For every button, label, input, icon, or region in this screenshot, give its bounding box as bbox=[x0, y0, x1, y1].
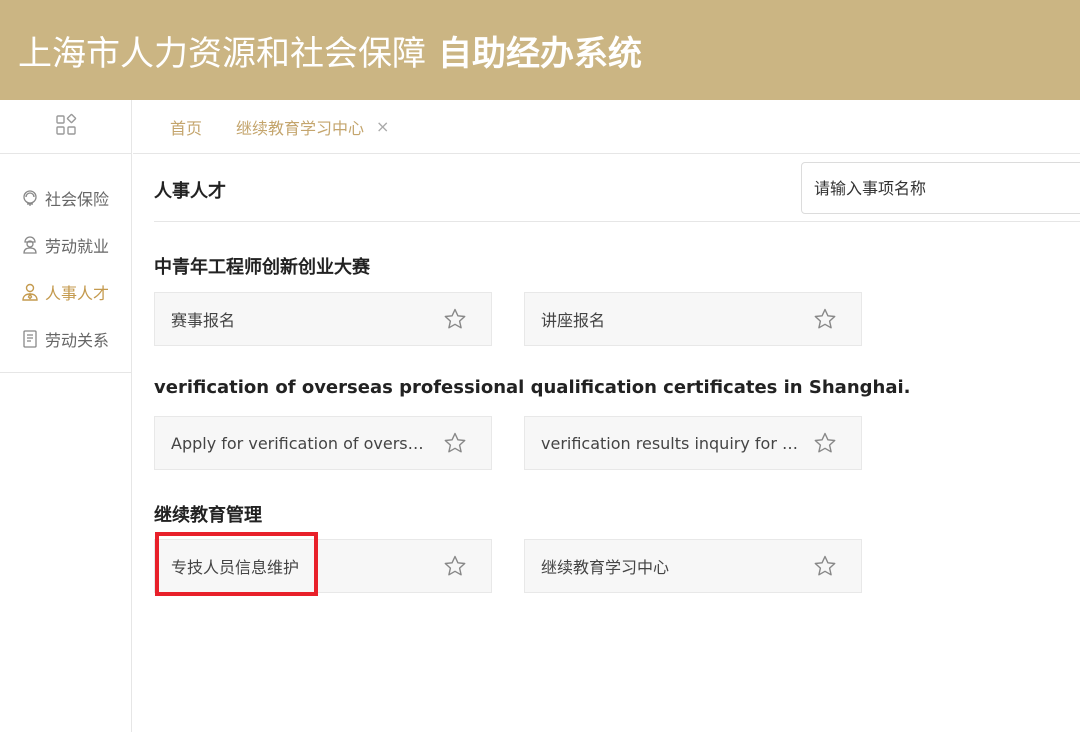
tab-bar: 首页 继续教育学习中心 × bbox=[133, 100, 1080, 154]
star-icon[interactable] bbox=[443, 554, 467, 578]
worker-icon bbox=[20, 235, 40, 255]
app-subtitle: 自助经办系统 bbox=[438, 33, 642, 74]
service-card-lecture-registration[interactable]: 讲座报名 bbox=[524, 292, 862, 346]
service-card-event-registration[interactable]: 赛事报名 bbox=[154, 292, 492, 346]
sidebar-item-personnel[interactable]: 人事人才 bbox=[0, 268, 131, 315]
star-icon[interactable] bbox=[813, 307, 837, 331]
card-label: Apply for verification of overse... bbox=[171, 433, 431, 453]
card-label: 继续教育学习中心 bbox=[541, 558, 670, 577]
sidebar-item-label: 劳动就业 bbox=[45, 236, 110, 256]
tab-label: 首页 bbox=[170, 118, 203, 138]
close-icon[interactable]: × bbox=[376, 117, 389, 136]
section-title: 中青年工程师创新创业大赛 bbox=[154, 257, 370, 278]
tab-label: 继续教育学习中心 bbox=[236, 118, 365, 138]
star-icon[interactable] bbox=[443, 431, 467, 455]
sidebar-item-social-insurance[interactable]: 社会保险 bbox=[0, 174, 131, 221]
star-icon[interactable] bbox=[813, 431, 837, 455]
grid-apps-icon[interactable] bbox=[54, 113, 78, 141]
star-icon[interactable] bbox=[443, 307, 467, 331]
search-input[interactable] bbox=[801, 162, 1080, 214]
sidebar-item-label: 社会保险 bbox=[45, 189, 110, 209]
person-icon bbox=[20, 282, 40, 302]
sidebar-item-employment[interactable]: 劳动就业 bbox=[0, 221, 131, 268]
tab-continuing-education[interactable]: 继续教育学习中心 × bbox=[236, 115, 389, 139]
service-card-apply-verification[interactable]: Apply for verification of overse... bbox=[154, 416, 492, 470]
section-title: verification of overseas professional qu… bbox=[154, 377, 911, 398]
section-title: 继续教育管理 bbox=[154, 505, 262, 526]
sidebar-item-label: 人事人才 bbox=[45, 283, 110, 303]
app-title: 上海市人力资源和社会保障 bbox=[18, 33, 426, 74]
service-card-learning-center[interactable]: 继续教育学习中心 bbox=[524, 539, 862, 593]
insurance-icon bbox=[20, 188, 40, 208]
sidebar-item-labor-relations[interactable]: 劳动关系 bbox=[0, 315, 131, 362]
card-label: 专技人员信息维护 bbox=[171, 558, 300, 577]
sidebar-item-label: 劳动关系 bbox=[45, 330, 110, 350]
category-title: 人事人才 bbox=[154, 181, 226, 202]
app-header: 上海市人力资源和社会保障 自助经办系统 bbox=[0, 0, 1080, 100]
card-label: 赛事报名 bbox=[171, 311, 236, 330]
sidebar-menu: 社会保险 劳动就业 人事人才 劳动关系 bbox=[0, 154, 131, 373]
sidebar-toggle[interactable] bbox=[0, 100, 131, 154]
card-label: verification results inquiry for o... bbox=[541, 433, 801, 453]
sidebar: 社会保险 劳动就业 人事人才 劳动关系 bbox=[0, 100, 132, 732]
star-icon[interactable] bbox=[813, 554, 837, 578]
document-icon bbox=[20, 329, 40, 349]
service-card-verification-inquiry[interactable]: verification results inquiry for o... bbox=[524, 416, 862, 470]
card-label: 讲座报名 bbox=[541, 311, 606, 330]
main-content: 人事人才 中青年工程师创新创业大赛 赛事报名 讲座报名 verification… bbox=[133, 155, 1080, 732]
tab-home[interactable]: 首页 bbox=[170, 115, 202, 139]
service-card-professional-info[interactable]: 专技人员信息维护 bbox=[154, 539, 492, 593]
